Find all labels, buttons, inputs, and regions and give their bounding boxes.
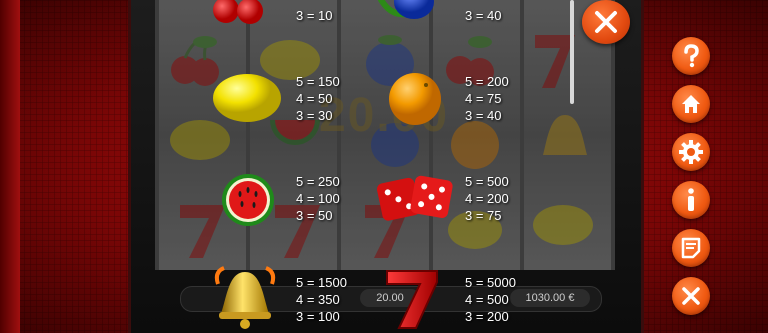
seven-icon	[386, 270, 438, 329]
paytable-seven: 5 = 5000 4 = 500 3 = 200	[465, 274, 516, 325]
payout-line: 5 = 1500	[296, 275, 347, 290]
help-icon	[684, 44, 699, 68]
help-button[interactable]	[672, 37, 710, 75]
payout-line: 4 = 100	[296, 191, 340, 206]
lemon-icon	[213, 74, 281, 122]
exit-button[interactable]	[672, 277, 710, 315]
payout-line: 3 = 30	[296, 108, 333, 123]
paytable-cherries: 3 = 10	[296, 7, 333, 24]
payout-line: 4 = 500	[465, 292, 509, 307]
payout-line: 3 = 40	[465, 108, 502, 123]
paytable-bell: 5 = 1500 4 = 350 3 = 100	[296, 274, 347, 325]
payout-line: 4 = 50	[296, 91, 333, 106]
close-paytable-button[interactable]	[582, 0, 630, 44]
payout-line: 5 = 500	[465, 174, 509, 189]
payout-line: 3 = 75	[465, 208, 502, 223]
orange-icon	[389, 73, 441, 125]
bell-icon	[214, 266, 276, 329]
payout-line: 3 = 40	[465, 8, 502, 23]
dice-icon	[376, 175, 453, 221]
settings-button[interactable]	[672, 133, 710, 171]
payout-line: 4 = 200	[465, 191, 509, 206]
payout-line: 3 = 10	[296, 8, 333, 23]
paytable-dice: 5 = 500 4 = 200 3 = 75	[465, 173, 509, 224]
payout-line: 3 = 50	[296, 208, 333, 223]
paytable-scrollbar[interactable]	[570, 0, 574, 104]
cherries-icon	[213, 0, 263, 24]
info-icon	[688, 188, 694, 211]
payout-line: 4 = 350	[296, 292, 340, 307]
notes-button[interactable]	[672, 229, 710, 267]
payout-line: 4 = 75	[465, 91, 502, 106]
info-button[interactable]	[672, 181, 710, 219]
home-icon	[682, 95, 700, 113]
paytable-lemon: 5 = 150 4 = 50 3 = 30	[296, 73, 340, 124]
close-icon	[595, 11, 617, 33]
payout-line: 5 = 250	[296, 174, 340, 189]
payout-line: 5 = 5000	[465, 275, 516, 290]
plum-icon	[378, 0, 434, 19]
watermelon-icon	[222, 174, 274, 226]
paytable-watermelon: 5 = 250 4 = 100 3 = 50	[296, 173, 340, 224]
paytable: 3 = 10 3 = 40 5 = 150 4 = 50 3 = 30 5 = …	[0, 0, 768, 333]
payout-line: 5 = 200	[465, 74, 509, 89]
paytable-orange: 5 = 200 4 = 75 3 = 40	[465, 73, 509, 124]
settings-icon	[679, 140, 703, 164]
payout-line: 3 = 200	[465, 309, 509, 324]
home-button[interactable]	[672, 85, 710, 123]
payout-line: 5 = 150	[296, 74, 340, 89]
paytable-plum: 3 = 40	[465, 7, 502, 24]
exit-icon	[682, 287, 700, 305]
notes-icon	[681, 237, 701, 259]
payout-line: 3 = 100	[296, 309, 340, 324]
